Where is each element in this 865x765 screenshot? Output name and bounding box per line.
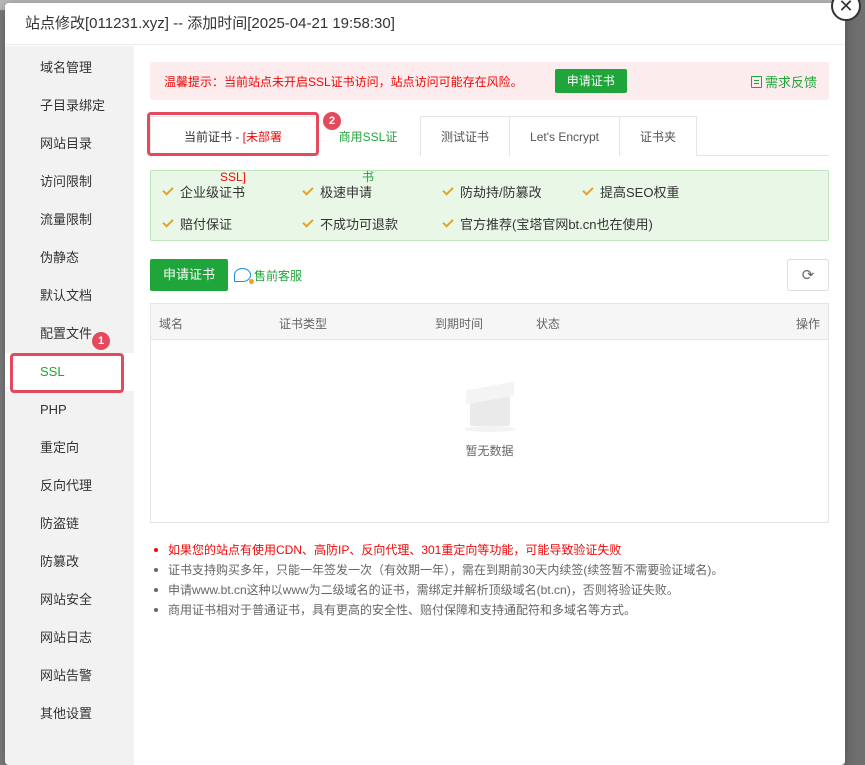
benefit-item: 防劫持/防篡改 [442,181,583,201]
note-item: 如果您的站点有使用CDN、高防IP、反向代理、301重定向等功能，可能导致验证失… [150,540,829,560]
sidebar-item-tamper[interactable]: 防篡改 [5,543,134,581]
chat-icon [234,268,255,284]
sidebar-item-redirect[interactable]: 重定向 [5,429,134,467]
benefit-item: 提高SEO权重 [582,181,723,201]
sidebar-item-traffic-limit[interactable]: 流量限制 [5,201,134,239]
check-icon [302,216,314,228]
sidebar-item-rewrite[interactable]: 伪静态 [5,239,134,277]
tab-cert-folder[interactable]: 证书夹 [619,116,698,156]
cert-tabs: 当前证书 - [未部署SSL] 商用SSL证书 测试证书 Let's Encry… [147,112,829,184]
warning-apply-button[interactable]: 申请证书 [554,69,627,93]
warning-bar: 温馨提示：当前站点未开启SSL证书访问，站点访问可能存在风险。 申请证书 需求反… [150,62,829,100]
ssl-panel: 温馨提示：当前站点未开启SSL证书访问，站点访问可能存在风险。 申请证书 需求反… [134,46,845,765]
current-cert-highlight-box [147,112,319,156]
tab-lets-encrypt[interactable]: Let's Encrypt [509,116,621,156]
sidebar-item-other[interactable]: 其他设置 [5,695,134,733]
col-domain: 域名 [159,317,184,331]
tab-test-cert[interactable]: 测试证书 [420,116,511,156]
note-item: 证书支持购买多年，只能一年签发一次（有效期一年），需在到期前30天内续签(续签暂… [150,560,829,580]
sidebar-item-access-limit[interactable]: 访问限制 [5,163,134,201]
presale-service-link[interactable]: 售前客服 [234,267,302,284]
col-cert-type: 证书类型 [279,317,328,331]
check-icon [442,183,454,196]
sidebar: 域名管理 子目录绑定 网站目录 访问限制 流量限制 伪静态 默认文档 配置文件 … [5,46,134,765]
sidebar-item-alerts[interactable]: 网站告警 [5,657,134,695]
refresh-button[interactable]: ⟳ [787,259,829,291]
sidebar-item-site-dir[interactable]: 网站目录 [5,125,134,163]
feedback-label: 需求反馈 [764,75,817,90]
empty-text: 暂无数据 [465,444,514,458]
warning-text: 温馨提示：当前站点未开启SSL证书访问，站点访问可能存在风险。 [164,74,523,89]
check-icon [442,216,454,228]
close-icon: ✕ [838,0,854,16]
note-item: 申请www.bt.cn这种以www为二级域名的证书，需绑定并解析顶级域名(bt.… [150,580,829,600]
feedback-link[interactable]: 需求反馈 [750,72,817,91]
sidebar-item-reverse-proxy[interactable]: 反向代理 [5,467,134,505]
sidebar-item-hotlink[interactable]: 防盗链 [5,505,134,543]
step-badge-2: 2 [323,112,341,130]
sidebar-item-domain[interactable]: 域名管理 [5,49,134,87]
sidebar-item-php[interactable]: PHP [5,391,134,429]
check-icon [302,183,314,196]
site-edit-dialog: 站点修改[011231.xyz] -- 添加时间[2025-04-21 19:5… [5,3,845,765]
refresh-icon: ⟳ [801,267,815,284]
check-icon [162,183,174,196]
notes-list: 如果您的站点有使用CDN、高防IP、反向代理、301重定向等功能，可能导致验证失… [150,540,829,620]
check-icon [582,183,594,196]
sidebar-item-logs[interactable]: 网站日志 [5,619,134,657]
empty-box-icon [462,380,518,432]
benefit-item: 不成功可退款 [302,214,443,234]
col-actions: 操作 [795,317,820,331]
check-icon [162,216,174,228]
dialog-title: 站点修改[011231.xyz] -- 添加时间[2025-04-21 19:5… [5,3,845,45]
presale-service-label: 售前客服 [254,268,303,283]
benefits-panel: 企业级证书 极速申请 防劫持/防篡改 提高SEO权重 赔付保证 不成功可退款 官… [150,170,829,241]
cert-table: 域名 证书类型 到期时间 状态 操作 暂无数据 [150,303,829,523]
sidebar-item-security[interactable]: 网站安全 [5,581,134,619]
table-header: 域名 证书类型 到期时间 状态 操作 [151,304,828,340]
sidebar-item-subdir[interactable]: 子目录绑定 [5,87,134,125]
feedback-icon [750,75,762,88]
benefit-item: 赔付保证 [162,214,303,234]
empty-state: 暂无数据 [151,340,828,459]
action-row: 申请证书 售前客服 ⟳ [150,259,829,291]
apply-cert-button[interactable]: 申请证书 [150,259,229,291]
page-scroll-strip [845,0,865,765]
step-badge-1: 1 [92,332,110,350]
sidebar-item-default-doc[interactable]: 默认文档 [5,277,134,315]
sidebar-item-config[interactable]: 配置文件 [5,315,134,353]
col-status: 状态 [536,317,561,331]
benefit-item: 官方推荐(宝塔官网bt.cn也在使用) [442,214,723,234]
ssl-highlight-box [10,353,124,393]
note-item: 商用证书相对于普通证书，具有更高的安全性、赔付保障和支持通配符和多域名等方式。 [150,600,829,620]
col-expiry: 到期时间 [435,317,484,331]
